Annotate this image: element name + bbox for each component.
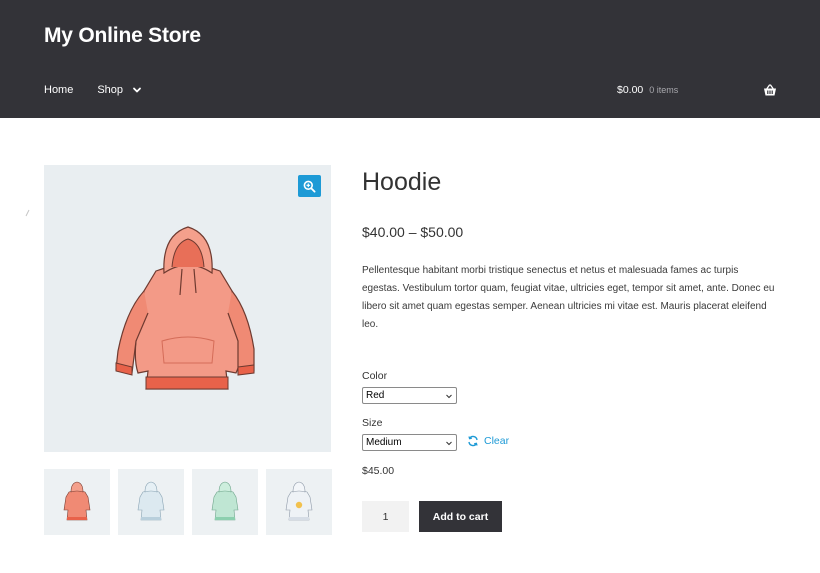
add-to-cart-button[interactable]: Add to cart bbox=[419, 501, 502, 532]
chevron-down-icon bbox=[446, 394, 452, 399]
site-title[interactable]: My Online Store bbox=[44, 24, 201, 48]
nav-item-label: Home bbox=[44, 84, 74, 96]
header-cart[interactable]: $0.00 0 items bbox=[617, 84, 678, 96]
divider-mark bbox=[25, 209, 30, 217]
refresh-icon bbox=[468, 435, 478, 447]
site-header: My Online Store Home Shop $0.00 0 items bbox=[0, 0, 820, 118]
zoom-button[interactable] bbox=[298, 175, 321, 197]
chevron-down-icon bbox=[133, 87, 141, 93]
size-select[interactable]: Medium bbox=[362, 434, 457, 451]
thumbnail-gallery bbox=[44, 469, 340, 535]
color-select[interactable]: Red bbox=[362, 387, 457, 404]
quantity-input[interactable]: 1 bbox=[362, 501, 409, 532]
clear-selection-link[interactable]: Clear bbox=[467, 435, 509, 447]
hoodie-thumbnail-image bbox=[137, 481, 165, 521]
color-label: Color bbox=[362, 370, 388, 382]
thumbnail-logo[interactable] bbox=[266, 469, 332, 535]
price-range: $40.00 – $50.00 bbox=[362, 224, 464, 240]
product-main-image[interactable] bbox=[44, 165, 331, 452]
hoodie-thumbnail-image bbox=[211, 481, 239, 521]
hoodie-illustration bbox=[115, 226, 255, 390]
clear-label: Clear bbox=[484, 435, 510, 447]
chevron-down-icon bbox=[446, 441, 452, 446]
hoodie-thumbnail-image bbox=[63, 481, 91, 521]
size-select-value: Medium bbox=[366, 437, 402, 448]
hoodie-thumbnail-image bbox=[285, 481, 313, 521]
product-summary: Hoodie $40.00 – $50.00 Pellentesque habi… bbox=[362, 165, 782, 532]
size-label: Size bbox=[362, 417, 383, 429]
thumbnail-red[interactable] bbox=[44, 469, 110, 535]
nav-item-shop[interactable]: Shop bbox=[97, 84, 143, 96]
variation-price: $45.00 bbox=[362, 465, 395, 477]
product-title: Hoodie bbox=[362, 168, 442, 196]
cart-amount: $0.00 bbox=[617, 84, 644, 96]
nav-item-label: Shop bbox=[97, 84, 124, 96]
thumbnail-blue[interactable] bbox=[118, 469, 184, 535]
zoom-in-icon bbox=[303, 180, 316, 192]
basket-icon[interactable] bbox=[763, 84, 777, 97]
thumbnail-green[interactable] bbox=[192, 469, 258, 535]
color-select-value: Red bbox=[366, 390, 385, 401]
primary-nav: Home Shop bbox=[44, 84, 143, 96]
product-description: Pellentesque habitant morbi tristique se… bbox=[362, 265, 775, 330]
nav-item-home[interactable]: Home bbox=[44, 84, 73, 96]
cart-count: 0 items bbox=[649, 85, 679, 95]
